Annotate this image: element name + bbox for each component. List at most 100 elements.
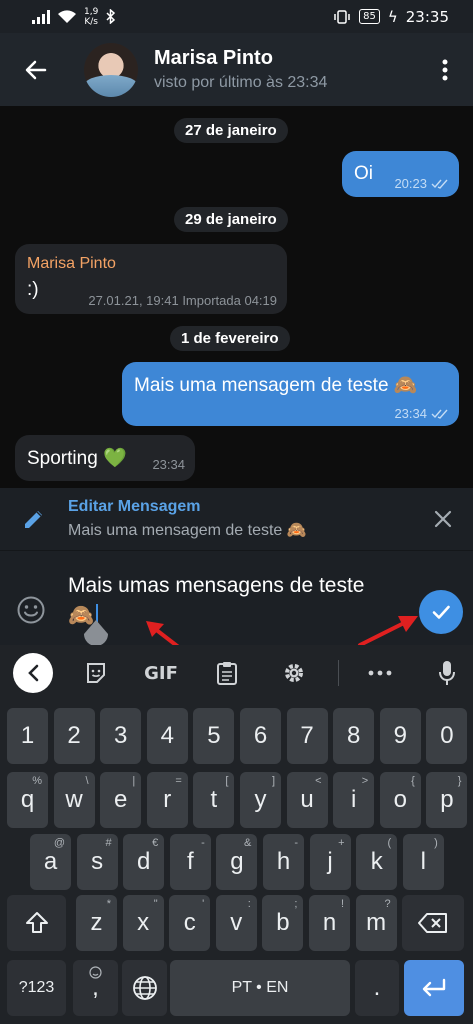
message-text: :) bbox=[27, 279, 39, 300]
key-d[interactable]: d € bbox=[123, 834, 165, 890]
message-bubble-incoming[interactable]: Marisa Pinto :) 27.01.21, 19:41 Importad… bbox=[15, 244, 287, 314]
key-y[interactable]: y] bbox=[240, 772, 281, 828]
key-l[interactable]: l) bbox=[402, 834, 444, 890]
key-1[interactable]: 1 bbox=[7, 708, 48, 764]
key-label: j bbox=[327, 848, 333, 875]
key-3[interactable]: 3 bbox=[100, 708, 142, 764]
key-4[interactable]: 4 bbox=[146, 708, 188, 764]
read-check-icon bbox=[431, 409, 448, 419]
key-c[interactable]: c ' bbox=[169, 895, 211, 951]
sticker-button[interactable] bbox=[76, 653, 116, 693]
emoji-button[interactable] bbox=[16, 595, 46, 629]
network-speed: 1,9 K/s bbox=[84, 6, 99, 27]
key-h[interactable]: h- bbox=[263, 834, 304, 890]
battery-indicator: 85 bbox=[359, 9, 380, 24]
key-k[interactable]: k( bbox=[356, 834, 398, 890]
message-text: Sporting 💚 bbox=[27, 448, 127, 469]
key-label: h bbox=[276, 848, 291, 875]
key-s[interactable]: s # bbox=[76, 834, 118, 890]
key-label: 4 bbox=[160, 722, 174, 749]
key-t[interactable]: t[ bbox=[193, 772, 235, 828]
key-5[interactable]: 5 bbox=[193, 708, 235, 764]
key-label: q bbox=[20, 786, 35, 813]
key-g[interactable]: g & bbox=[216, 834, 258, 890]
key-label: m bbox=[366, 909, 387, 936]
contact-info[interactable]: Marisa Pinto visto por último às 23:34 bbox=[154, 47, 417, 92]
key-hint: > bbox=[361, 775, 369, 787]
key-label: f bbox=[186, 848, 194, 875]
message-meta: 20:23 bbox=[394, 176, 449, 191]
key-label: t bbox=[210, 786, 218, 813]
symbols-key[interactable]: ?123 bbox=[7, 960, 66, 1016]
sender-name: Marisa Pinto bbox=[27, 255, 116, 272]
key-label: z bbox=[90, 909, 103, 936]
key-b[interactable]: b; bbox=[262, 895, 304, 951]
key-v[interactable]: v: bbox=[215, 895, 257, 951]
key-hint: { bbox=[411, 775, 415, 787]
backspace-key[interactable] bbox=[402, 895, 464, 951]
key-z[interactable]: z * bbox=[76, 895, 117, 951]
message-bubble-outgoing[interactable]: Mais uma mensagem de teste 🙈 23:34 bbox=[122, 362, 459, 426]
key-o[interactable]: o{ bbox=[379, 772, 421, 828]
key-i[interactable]: i > bbox=[333, 772, 375, 828]
back-button[interactable] bbox=[0, 33, 72, 106]
key-label: o bbox=[393, 786, 407, 813]
avatar[interactable] bbox=[84, 42, 138, 97]
key-hint: [ bbox=[225, 775, 229, 787]
more-options-button[interactable] bbox=[417, 33, 473, 106]
key-hint: - bbox=[294, 837, 298, 849]
key-0[interactable]: 0 bbox=[426, 708, 468, 764]
backspace-icon bbox=[418, 913, 447, 933]
key-label: r bbox=[163, 786, 172, 813]
key-x[interactable]: x " bbox=[122, 895, 164, 951]
key-2[interactable]: 2 bbox=[53, 708, 95, 764]
message-bubble-outgoing[interactable]: Oi 20:23 bbox=[342, 151, 459, 197]
key-8[interactable]: 8 bbox=[333, 708, 375, 764]
space-key[interactable]: PT • EN bbox=[170, 960, 350, 1016]
keyboard-settings-button[interactable] bbox=[274, 653, 314, 693]
period-key[interactable]: . bbox=[355, 960, 399, 1016]
key-j[interactable]: j + bbox=[309, 834, 351, 890]
key-n[interactable]: n! bbox=[309, 895, 350, 951]
key-hint: ? bbox=[384, 898, 391, 910]
message-bubble-incoming[interactable]: Sporting 💚 23:34 bbox=[15, 435, 195, 481]
key-label: a bbox=[43, 848, 58, 875]
confirm-edit-button[interactable] bbox=[419, 590, 463, 634]
edit-preview[interactable]: Editar Mensagem Mais uma mensagem de tes… bbox=[68, 498, 413, 540]
key-hint: & bbox=[244, 837, 252, 849]
key-6[interactable]: 6 bbox=[240, 708, 281, 764]
message-input[interactable]: Mais umas mensagens de teste 🙈 bbox=[68, 571, 408, 631]
back-arrow-icon bbox=[25, 60, 47, 79]
comma-key[interactable]: , bbox=[73, 960, 118, 1016]
message-list[interactable]: 27 de janeiro Oi 20:23 29 de janeiro Mar… bbox=[0, 106, 473, 488]
key-u[interactable]: u < bbox=[286, 772, 328, 828]
key-label: c bbox=[183, 909, 196, 936]
voice-input-button[interactable] bbox=[427, 653, 467, 693]
key-p[interactable]: p} bbox=[426, 772, 468, 828]
key-9[interactable]: 9 bbox=[379, 708, 421, 764]
key-r[interactable]: r = bbox=[146, 772, 188, 828]
key-e[interactable]: e | bbox=[100, 772, 142, 828]
key-a[interactable]: a @ bbox=[30, 834, 71, 890]
enter-key[interactable] bbox=[404, 960, 464, 1016]
key-f[interactable]: f- bbox=[169, 834, 211, 890]
date-separator: 1 de fevereiro bbox=[170, 326, 290, 351]
cancel-edit-button[interactable] bbox=[413, 510, 473, 528]
keyboard-collapse-button[interactable] bbox=[13, 653, 53, 693]
soft-keyboard: GIF 1 2 3 4 5 6 7 8 9 0 q% w \ e | r = t[y] u < i > o{p} a @ s # d €… bbox=[0, 645, 473, 1024]
language-key[interactable] bbox=[122, 960, 167, 1016]
key-7[interactable]: 7 bbox=[286, 708, 328, 764]
gif-button[interactable]: GIF bbox=[136, 653, 186, 693]
wifi-icon bbox=[58, 9, 76, 23]
emoji-icon bbox=[17, 596, 45, 624]
more-tools-button[interactable] bbox=[360, 653, 400, 693]
key-hint: ' bbox=[202, 898, 205, 910]
key-m[interactable]: m? bbox=[355, 895, 397, 951]
clipboard-button[interactable] bbox=[207, 653, 247, 693]
key-hint: - bbox=[201, 837, 205, 849]
key-w[interactable]: w \ bbox=[53, 772, 95, 828]
shift-key[interactable] bbox=[7, 895, 66, 951]
key-q[interactable]: q% bbox=[7, 772, 48, 828]
chevron-left-icon bbox=[28, 664, 39, 682]
key-label: 7 bbox=[300, 722, 314, 749]
